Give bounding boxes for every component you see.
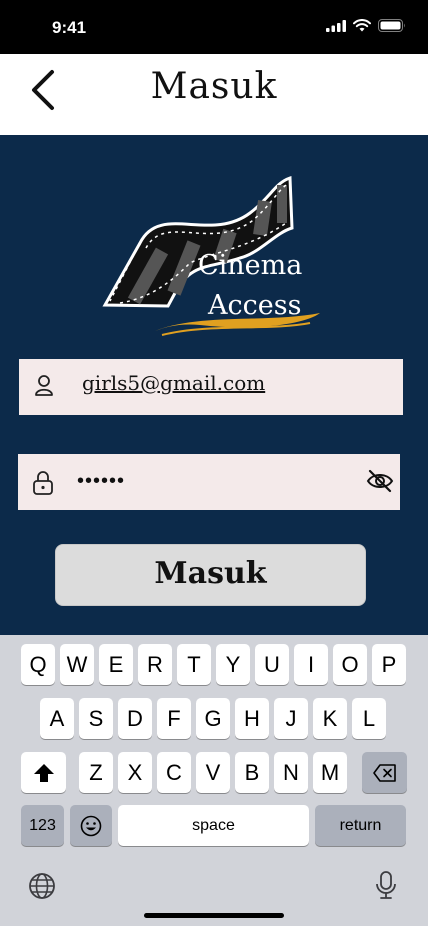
key-m[interactable]: M (313, 752, 347, 793)
key-z[interactable]: Z (79, 752, 113, 793)
key-a[interactable]: A (40, 698, 74, 739)
email-field[interactable]: girls5@gmail.com (19, 359, 403, 415)
space-key[interactable]: space (118, 805, 309, 846)
key-y[interactable]: Y (216, 644, 250, 685)
key-o[interactable]: O (333, 644, 367, 685)
eye-off-icon (366, 469, 394, 493)
key-i[interactable]: I (294, 644, 328, 685)
shift-key[interactable] (21, 752, 66, 793)
emoji-icon (70, 805, 112, 846)
wifi-icon (353, 19, 371, 32)
delete-key[interactable] (362, 752, 407, 793)
key-g[interactable]: G (196, 698, 230, 739)
key-d[interactable]: D (118, 698, 152, 739)
key-l[interactable]: L (352, 698, 386, 739)
battery-icon (378, 19, 405, 32)
key-t[interactable]: T (177, 644, 211, 685)
shift-icon (21, 752, 66, 793)
numbers-key[interactable]: 123 (21, 805, 64, 846)
key-n[interactable]: N (274, 752, 308, 793)
key-q[interactable]: Q (21, 644, 55, 685)
logo-text-line2: Access (208, 290, 302, 321)
user-icon (35, 375, 53, 396)
key-f[interactable]: F (157, 698, 191, 739)
globe-button[interactable] (28, 872, 56, 900)
key-b[interactable]: B (235, 752, 269, 793)
page-title: Masuk (150, 66, 278, 107)
home-indicator (144, 913, 284, 918)
header: Masuk (0, 54, 428, 135)
password-field[interactable]: •••••• (18, 454, 400, 510)
keyboard: Q W E R T Y U I O P A S D F G H J K L Z … (0, 635, 428, 926)
toggle-password-visibility[interactable] (366, 468, 394, 494)
key-w[interactable]: W (60, 644, 94, 685)
key-p[interactable]: P (372, 644, 406, 685)
cellular-signal-icon (326, 19, 346, 32)
emoji-key[interactable] (70, 805, 112, 846)
login-button[interactable]: Masuk (55, 544, 366, 606)
globe-icon (29, 873, 55, 899)
password-value: •••••• (77, 470, 126, 492)
key-u[interactable]: U (255, 644, 289, 685)
key-s[interactable]: S (79, 698, 113, 739)
logo-text-line1: Cinema (198, 250, 303, 281)
key-c[interactable]: C (157, 752, 191, 793)
key-v[interactable]: V (196, 752, 230, 793)
return-key[interactable]: return (315, 805, 406, 846)
status-bar: 9:41 (0, 0, 428, 54)
key-k[interactable]: K (313, 698, 347, 739)
login-panel: Cinema Access girls5@gmail.com •••••• Ma… (0, 135, 428, 635)
microphone-icon (376, 871, 396, 899)
key-e[interactable]: E (99, 644, 133, 685)
lock-icon (33, 471, 53, 495)
key-r[interactable]: R (138, 644, 172, 685)
status-icons (326, 19, 406, 32)
status-time: 9:41 (52, 18, 87, 37)
key-x[interactable]: X (118, 752, 152, 793)
email-value: girls5@gmail.com (82, 371, 266, 395)
key-j[interactable]: J (274, 698, 308, 739)
backspace-icon (362, 752, 407, 793)
key-h[interactable]: H (235, 698, 269, 739)
dictation-button[interactable] (374, 870, 398, 900)
